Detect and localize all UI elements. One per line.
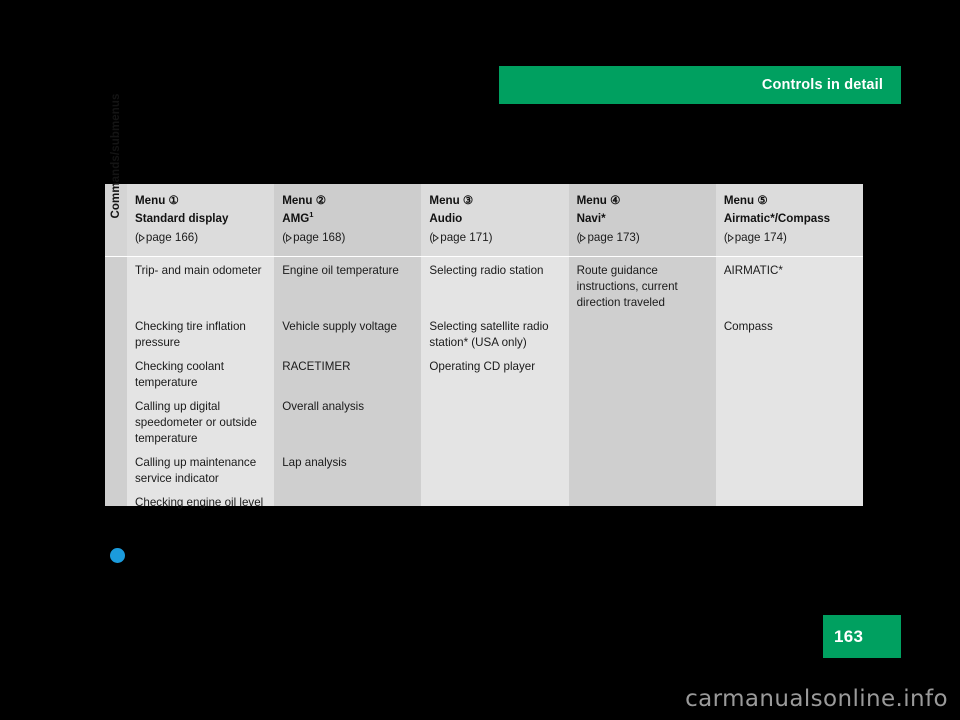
page-ref-text: page 174 — [734, 230, 784, 244]
manual-page: Controls in detail Commands/submenus Men… — [0, 0, 960, 720]
blue-bullet-icon — [110, 548, 125, 563]
list-item: Calling up maintenance service indicator — [135, 456, 257, 485]
row-axis-label-text: Commands/submenus — [110, 93, 122, 219]
menu-name: Standard display — [135, 210, 264, 228]
running-header-bar: Controls in detail — [499, 66, 901, 104]
column-body: Engine oil temperature Vehicle supply vo… — [274, 257, 421, 506]
column-header: Menu ② AMG1 (page 168) — [274, 184, 422, 257]
page-ref-close-paren: ) — [488, 230, 493, 244]
page-reference[interactable]: (page 174) — [724, 229, 853, 247]
menu-name-text: AMG — [282, 212, 310, 226]
column-body: Selecting radio station Selecting satell… — [421, 257, 568, 506]
page-reference[interactable]: (page 171) — [429, 229, 558, 247]
page-ref-text: page 166 — [145, 230, 195, 244]
list-item: Checking coolant temperature — [135, 360, 224, 389]
menu-name-text: Airmatic*/Compass — [723, 212, 831, 226]
page-ref-text: page 173 — [587, 230, 636, 244]
menu-heading: Menu ① — [135, 192, 264, 210]
watermark: carmanualsonline.info — [685, 686, 948, 712]
triangle-right-icon — [727, 233, 734, 242]
table-column-navi: Menu ④ Navi* (page 173) Route guidance i… — [568, 184, 716, 506]
column-header: Menu ③ Audio (page 171) — [421, 184, 569, 257]
menu-number-icon: ④ — [610, 194, 621, 207]
menu-number-icon: ② — [315, 194, 327, 207]
menu-heading: Menu ② — [282, 192, 411, 210]
list-item: Lap analysis — [282, 456, 347, 469]
menu-name-text: Audio — [429, 212, 463, 226]
table-column-standard-display: Menu ① Standard display (page 166) Trip-… — [127, 184, 275, 509]
table-column-audio: Menu ③ Audio (page 171) Selecting radio … — [421, 184, 569, 506]
row-axis-commands-submenus: Commands/submenus — [105, 93, 127, 506]
list-item: Route guidance instructions, current dir… — [576, 264, 678, 309]
menu-heading: Menu ④ — [577, 192, 706, 210]
list-item: Operating CD player — [429, 360, 536, 373]
running-header-title: Controls in detail — [761, 77, 883, 93]
list-item: Overall analysis — [282, 400, 365, 413]
list-item: Calling up digital speedometer or outsid… — [135, 400, 257, 445]
menu-name: AMG1 — [282, 210, 411, 228]
page-reference[interactable]: (page 168) — [282, 229, 411, 247]
menu-overview-table: Commands/submenus Menu ① Standard displa… — [105, 93, 864, 509]
menu-number-icon: ⑤ — [757, 194, 768, 207]
triangle-right-icon — [286, 233, 293, 242]
menu-name: Audio — [429, 210, 558, 228]
page-number-tab: 163 — [823, 615, 901, 658]
menu-label: Menu — [135, 194, 166, 207]
list-item: Trip- and main odometer — [135, 264, 262, 277]
page-ref-text: page 168 — [293, 230, 342, 244]
menu-label: Menu — [723, 194, 755, 207]
menu-name-superscript: 1 — [309, 210, 314, 220]
list-item: Selecting radio station — [429, 264, 544, 277]
column-body: Route guidance instructions, current dir… — [569, 257, 716, 506]
menu-label: Menu — [576, 194, 607, 207]
page-reference[interactable]: (page 166) — [135, 229, 264, 247]
list-item: Vehicle supply voltage — [282, 320, 397, 333]
column-body: Trip- and main odometer Checking tire in… — [127, 257, 274, 509]
menu-heading: Menu ③ — [429, 192, 558, 210]
menu-number-icon: ① — [168, 194, 179, 207]
column-header: Menu ④ Navi* (page 173) — [568, 184, 716, 257]
list-item: Checking engine oil level — [135, 496, 264, 509]
menu-name-text: Standard display — [135, 212, 229, 226]
column-header: Menu ① Standard display (page 166) — [127, 184, 275, 257]
menu-name-text: Navi* — [576, 212, 606, 226]
menu-heading: Menu ⑤ — [724, 192, 853, 210]
list-item: AIRMATIC* — [723, 264, 783, 277]
triangle-right-icon — [139, 233, 145, 242]
list-item: Selecting satellite radio station* (USA … — [429, 320, 549, 349]
page-ref-close-paren: ) — [194, 230, 199, 244]
menu-label: Menu — [429, 194, 460, 207]
page-ref-close-paren: ) — [783, 230, 787, 244]
page-ref-text: page 171 — [440, 230, 489, 244]
list-item: Compass — [723, 320, 773, 333]
page-ref-close-paren: ) — [341, 230, 346, 244]
table-column-amg: Menu ② AMG1 (page 168) Engine oil temper… — [274, 184, 422, 506]
triangle-right-icon — [580, 233, 587, 242]
list-item: Engine oil temperature — [282, 264, 399, 277]
menu-label: Menu — [282, 194, 313, 207]
page-reference[interactable]: (page 173) — [577, 229, 706, 247]
list-item: RACETIMER — [282, 360, 351, 373]
menu-name: Airmatic*/Compass — [724, 210, 853, 228]
menu-number-icon: ③ — [462, 194, 474, 207]
triangle-right-icon — [433, 233, 440, 242]
list-item: Checking tire inflation pressure — [135, 320, 246, 349]
column-header: Menu ⑤ Airmatic*/Compass (page 174) — [715, 184, 864, 257]
menu-name: Navi* — [577, 210, 706, 228]
column-body: AIRMATIC* Compass — [716, 257, 863, 506]
page-ref-close-paren: ) — [635, 230, 640, 244]
page-number: 163 — [834, 626, 864, 646]
table-column-airmatic-compass: Menu ⑤ Airmatic*/Compass (page 174) AIRM… — [715, 184, 864, 506]
